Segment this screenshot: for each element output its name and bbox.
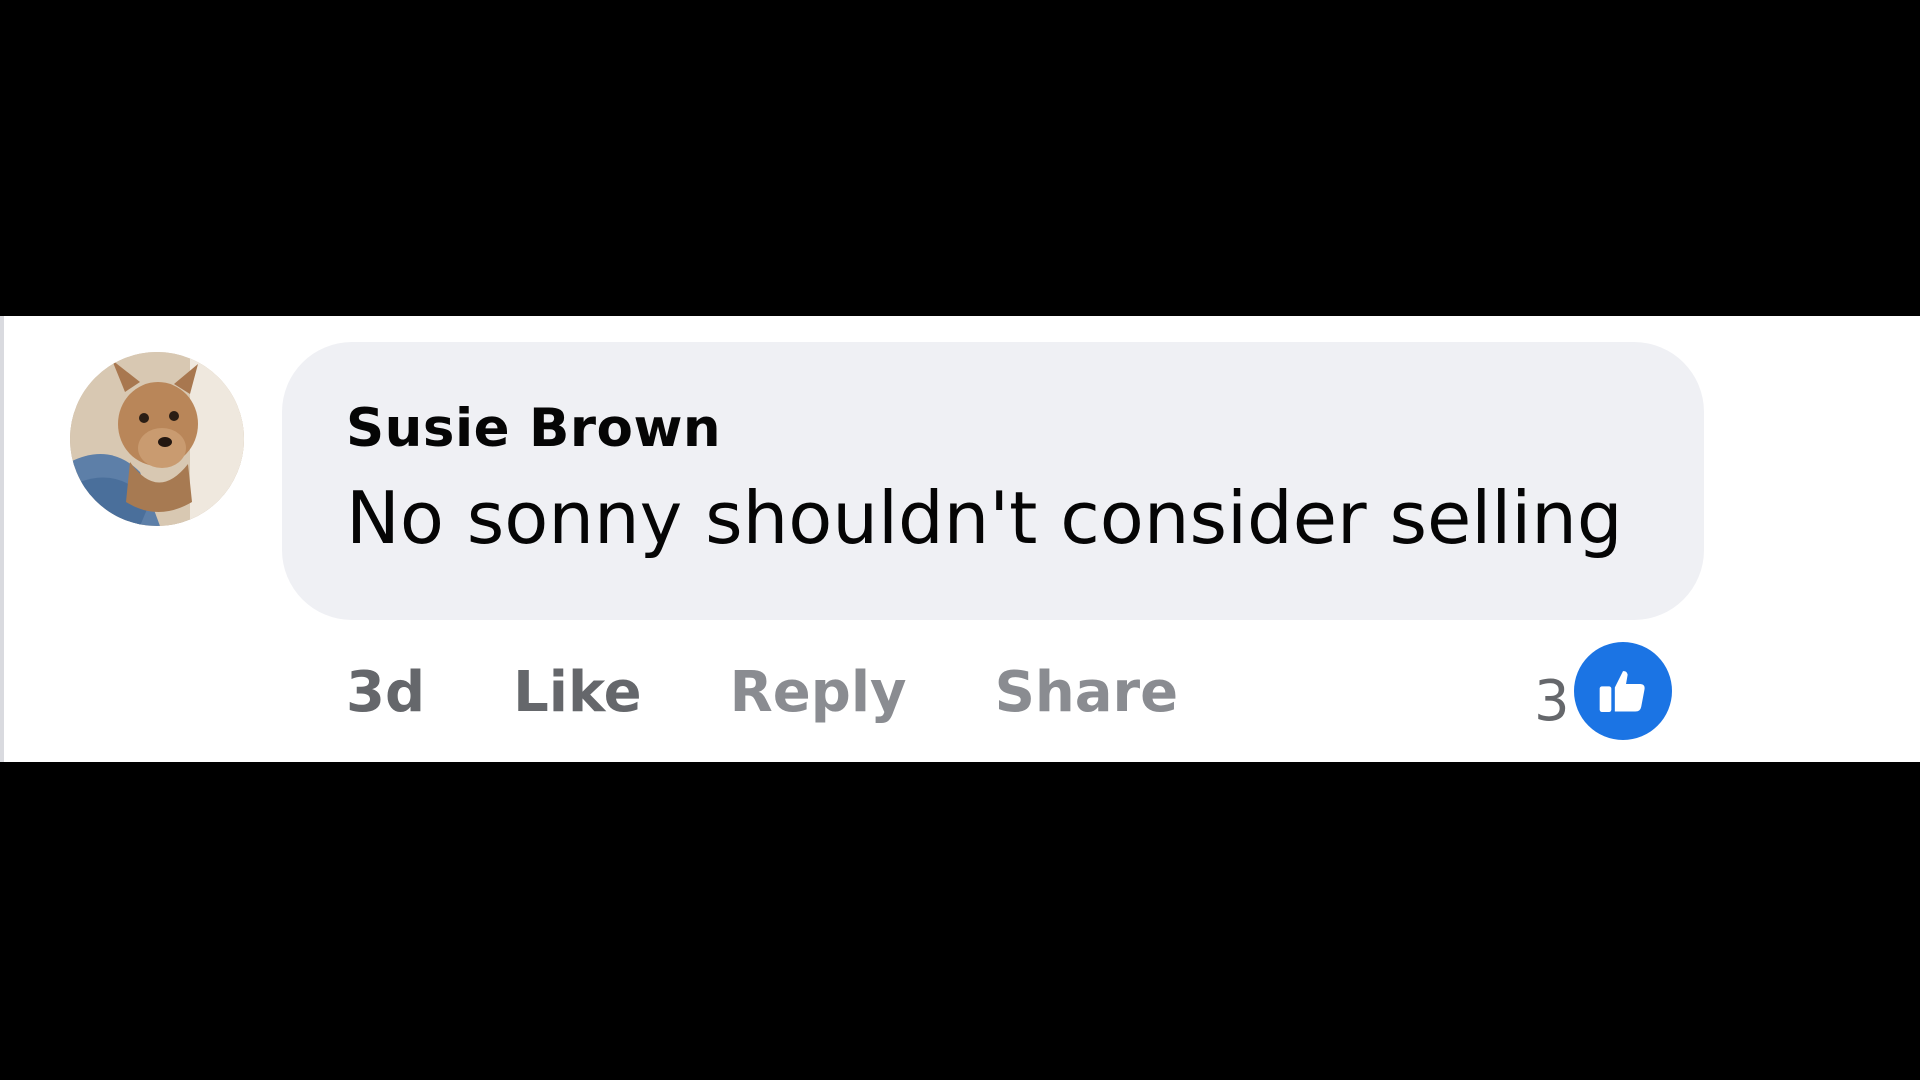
letterbox-bottom [0,762,1920,1080]
comment-text: No sonny shouldn't consider selling [346,476,1623,560]
comment-timestamp[interactable]: 3d [346,660,425,725]
reply-button[interactable]: Reply [730,660,907,725]
avatar[interactable] [70,352,244,526]
letterbox-top [0,0,1920,316]
reaction-summary[interactable]: 3 [1534,636,1672,746]
thumbs-up-icon [1573,642,1672,740]
like-button[interactable]: Like [513,660,642,725]
reaction-count: 3 [1534,668,1570,734]
divider [0,316,4,762]
comment-actions: 3d Like Reply Share [346,652,1266,732]
comment-bubble: Susie Brown No sonny shouldn't consider … [282,342,1704,620]
comment-author[interactable]: Susie Brown [346,398,721,459]
dog-photo-avatar-icon [70,352,244,526]
share-button[interactable]: Share [995,660,1179,725]
comment: Susie Brown No sonny shouldn't consider … [0,316,1920,762]
